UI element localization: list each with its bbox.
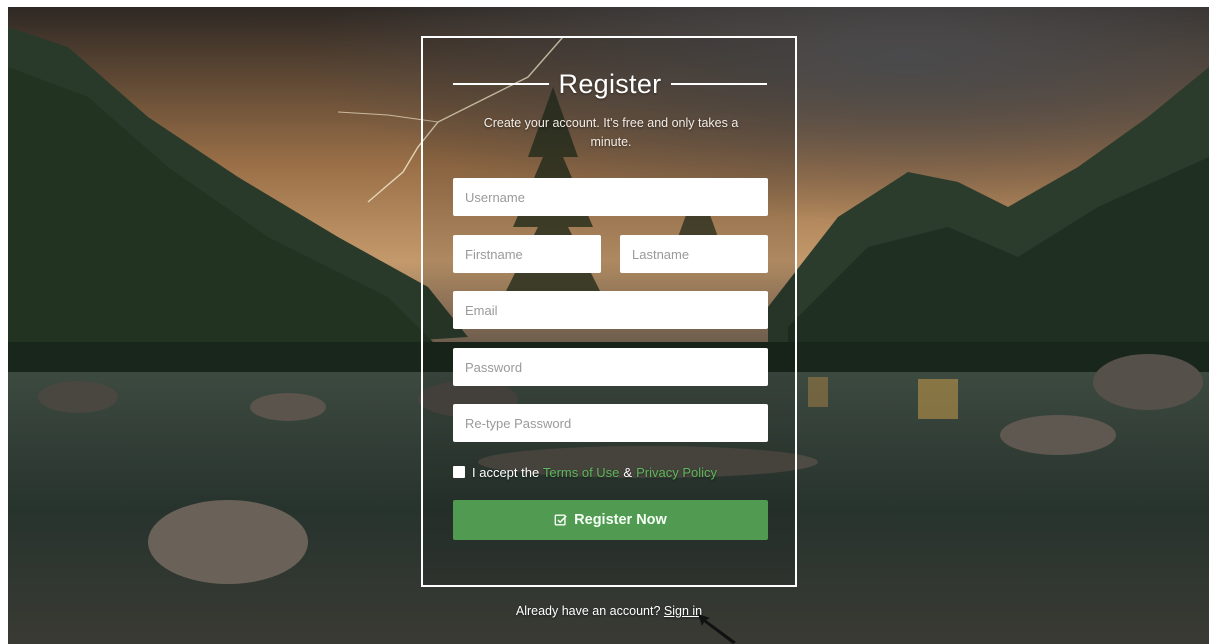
lastname-input[interactable] xyxy=(620,235,768,273)
title-rule-right xyxy=(671,83,768,85)
terms-and: & xyxy=(623,464,633,480)
terms-prefix: I accept the xyxy=(472,464,540,480)
password-input[interactable] xyxy=(453,348,768,386)
mouse-pointer-icon xyxy=(698,614,736,644)
title-rule-left xyxy=(453,83,549,85)
register-now-label: Register Now xyxy=(574,512,667,528)
register-card: Register Create your account. It's free … xyxy=(421,36,797,587)
register-now-button[interactable]: Register Now xyxy=(453,500,768,540)
firstname-input[interactable] xyxy=(453,235,601,273)
terms-of-use-link[interactable]: Terms of Use xyxy=(543,465,620,480)
check-square-icon xyxy=(554,514,567,526)
terms-checkbox[interactable] xyxy=(453,466,465,478)
retype-password-input[interactable] xyxy=(453,404,768,442)
email-input[interactable] xyxy=(453,291,768,329)
terms-row: I accept the Terms of Use & Privacy Poli… xyxy=(453,463,717,481)
card-header: Register xyxy=(453,64,768,104)
signin-prompt: Already have an account? Sign in xyxy=(421,604,797,618)
username-input[interactable] xyxy=(453,178,768,216)
signin-prompt-text: Already have an account? xyxy=(515,604,661,618)
page-title: Register xyxy=(558,68,662,99)
privacy-policy-link[interactable]: Privacy Policy xyxy=(636,465,717,480)
card-subtitle: Create your account. It's free and only … xyxy=(483,116,739,149)
